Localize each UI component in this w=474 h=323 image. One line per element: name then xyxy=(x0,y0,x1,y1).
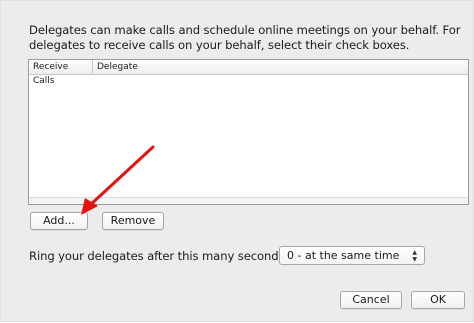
cancel-button[interactable]: Cancel xyxy=(340,291,402,309)
table-header: Receive Calls Delegate xyxy=(29,60,468,86)
add-button[interactable]: Add... xyxy=(30,212,88,230)
ring-delay-select[interactable]: 0 - at the same time ▲ ▼ xyxy=(279,246,425,265)
delegates-table[interactable]: Receive Calls Delegate xyxy=(28,59,469,205)
delegates-dialog: Delegates can make calls and schedule on… xyxy=(0,0,474,322)
table-scrollbar[interactable] xyxy=(29,197,468,204)
column-header-delegate[interactable]: Delegate xyxy=(93,60,468,74)
arrow-glyphs: ▲ ▼ xyxy=(412,248,417,263)
ring-delay-value: 0 - at the same time xyxy=(287,249,400,262)
table-body[interactable] xyxy=(29,75,468,204)
column-header-receive-calls[interactable]: Receive Calls xyxy=(29,60,93,86)
ok-button[interactable]: OK xyxy=(411,291,465,309)
ring-delay-label: Ring your delegates after this many seco… xyxy=(29,249,289,263)
dialog-description: Delegates can make calls and schedule on… xyxy=(29,23,461,52)
up-down-arrows-icon: ▲ ▼ xyxy=(412,247,417,264)
remove-button[interactable]: Remove xyxy=(102,212,164,230)
